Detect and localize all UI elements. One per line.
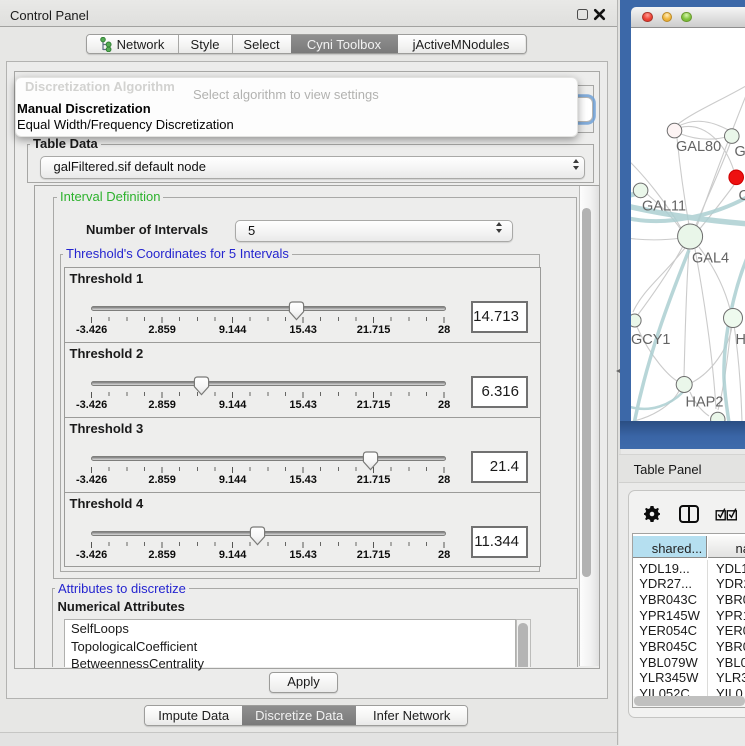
svg-text:GAL4: GAL4 [692,250,729,266]
svg-text:GCY1: GCY1 [631,332,671,348]
svg-text:GAL1: GAL1 [735,144,745,160]
svg-text:CDC1: CDC1 [739,188,745,204]
svg-text:HAP2: HAP2 [686,394,724,410]
svg-text:GAL80: GAL80 [676,139,721,155]
svg-text:HIS4: HIS4 [736,332,745,348]
svg-text:GAL11: GAL11 [642,198,686,214]
